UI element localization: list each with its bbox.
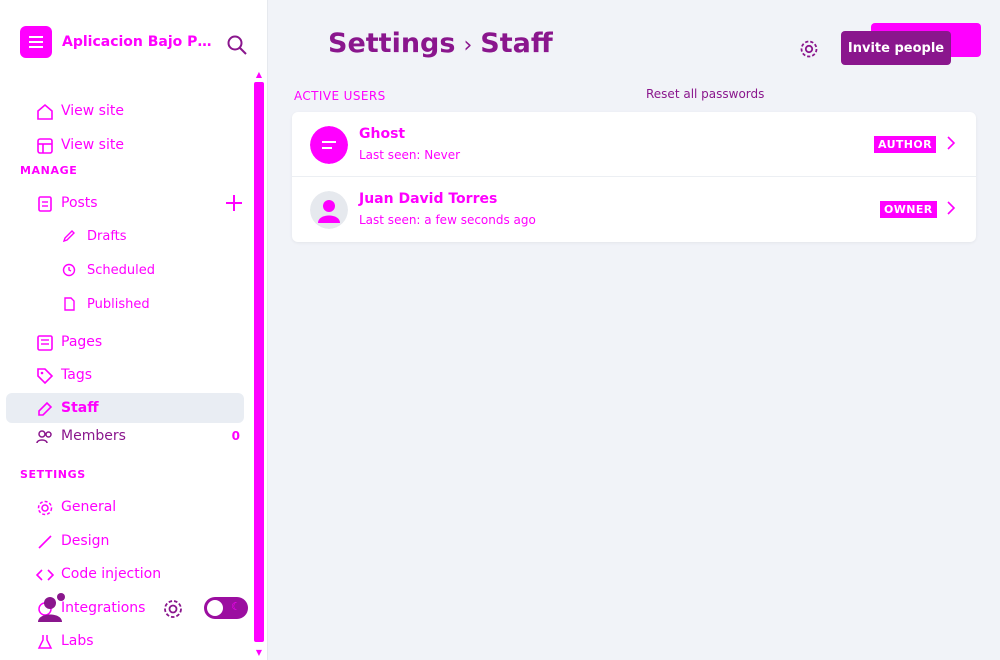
brand-logo-icon xyxy=(20,26,52,58)
list-item[interactable]: Ghost Last seen: Never AUTHOR xyxy=(292,112,976,177)
sidebar-item-label: Staff xyxy=(61,400,99,416)
gear-icon xyxy=(37,500,53,516)
user-avatar-icon xyxy=(310,191,348,229)
sidebar-item-posts[interactable]: Posts xyxy=(6,188,244,218)
gear-icon[interactable] xyxy=(798,38,820,60)
user-last-seen: Last seen: Never xyxy=(359,148,461,162)
house-icon xyxy=(37,103,53,120)
breadcrumb-staff: Staff xyxy=(480,28,553,59)
sidebar-footer: ☾ xyxy=(34,592,249,626)
chevron-right-icon xyxy=(947,136,956,150)
sidebar-item-view-site-alt[interactable]: View site xyxy=(6,130,244,160)
sidebar-item-labs[interactable]: Labs xyxy=(6,626,244,656)
posts-icon xyxy=(38,196,52,212)
pages-icon xyxy=(37,335,53,351)
code-icon xyxy=(36,569,54,581)
flask-icon xyxy=(37,635,53,649)
settings-section-label: SETTINGS xyxy=(20,468,86,481)
tag-icon xyxy=(37,368,54,385)
sidebar: Aplicacion Bajo Pr... View site View sit… xyxy=(0,0,268,660)
staff-list: Ghost Last seen: Never AUTHOR Juan David… xyxy=(292,112,976,242)
breadcrumb-separator-icon: › xyxy=(463,33,473,58)
document-icon xyxy=(64,297,75,311)
brush-icon xyxy=(38,535,52,549)
sidebar-item-label: General xyxy=(61,499,117,515)
sidebar-item-pages[interactable]: Pages xyxy=(6,327,244,357)
sidebar-item-label: Published xyxy=(87,296,150,312)
sidebar-item-published[interactable]: Published xyxy=(6,289,244,319)
dark-mode-toggle[interactable]: ☾ xyxy=(204,597,248,619)
sidebar-item-label: Members xyxy=(61,428,126,444)
role-badge: AUTHOR xyxy=(874,136,937,153)
role-badge: OWNER xyxy=(880,201,937,218)
sidebar-item-design[interactable]: Design xyxy=(6,526,244,556)
search-icon[interactable] xyxy=(226,34,248,56)
pencil-icon xyxy=(62,230,75,243)
ghost-avatar-icon xyxy=(310,126,348,164)
sidebar-item-label: Code injection xyxy=(61,566,162,582)
sidebar-item-drafts[interactable]: Drafts xyxy=(6,221,244,251)
staff-icon xyxy=(38,401,53,416)
sidebar-item-label: Posts xyxy=(61,195,98,211)
sidebar-item-members[interactable]: Members 0 xyxy=(6,421,244,451)
sidebar-item-label: Drafts xyxy=(87,228,127,244)
manage-section-label: MANAGE xyxy=(20,164,78,177)
active-users-label: ACTIVE USERS xyxy=(294,89,386,103)
brand[interactable]: Aplicacion Bajo Pr... xyxy=(20,26,230,58)
add-post-icon[interactable] xyxy=(224,193,244,213)
sidebar-item-tags[interactable]: Tags xyxy=(6,360,244,390)
scroll-down-icon[interactable]: ▼ xyxy=(254,648,264,658)
settings-gear-icon[interactable] xyxy=(162,598,184,620)
sidebar-scrollbar[interactable]: ▲ ▼ xyxy=(252,70,266,660)
sidebar-item-scheduled[interactable]: Scheduled xyxy=(6,255,244,285)
scroll-up-icon[interactable]: ▲ xyxy=(254,70,264,80)
user-name: Ghost xyxy=(359,126,406,142)
breadcrumb: Settings › Staff xyxy=(328,28,553,59)
sidebar-item-label: Labs xyxy=(61,633,94,649)
user-last-seen: Last seen: a few seconds ago xyxy=(359,213,536,227)
layout-icon xyxy=(37,138,53,154)
sidebar-item-label: View site xyxy=(61,137,124,153)
sidebar-item-staff[interactable]: Staff xyxy=(6,393,244,423)
members-count: 0 xyxy=(231,429,240,443)
chevron-right-icon xyxy=(947,201,956,215)
reset-passwords-link[interactable]: Reset all passwords xyxy=(646,87,764,101)
sidebar-item-label: Design xyxy=(61,533,110,549)
sidebar-item-label: View site xyxy=(61,103,124,119)
invite-people-button[interactable]: Invite people xyxy=(841,31,951,65)
user-avatar-icon[interactable] xyxy=(34,592,66,624)
clock-icon xyxy=(62,263,76,277)
sidebar-item-view-site[interactable]: View site xyxy=(6,96,244,126)
breadcrumb-settings[interactable]: Settings xyxy=(328,28,455,59)
sidebar-item-label: Tags xyxy=(61,367,92,383)
sidebar-item-general[interactable]: General xyxy=(6,492,244,522)
sidebar-item-label: Scheduled xyxy=(87,262,155,278)
moon-icon: ☾ xyxy=(231,600,241,613)
sidebar-item-code-injection[interactable]: Code injection xyxy=(6,559,244,589)
sidebar-item-label: Pages xyxy=(61,334,103,350)
list-item[interactable]: Juan David Torres Last seen: a few secon… xyxy=(292,177,976,242)
members-icon xyxy=(36,430,52,444)
main-content: Settings › Staff Invite people ACTIVE USER… xyxy=(268,0,1000,660)
toggle-knob xyxy=(207,600,223,616)
user-name: Juan David Torres xyxy=(359,191,498,207)
brand-name: Aplicacion Bajo Pr... xyxy=(62,34,212,50)
scroll-thumb[interactable] xyxy=(254,82,264,642)
